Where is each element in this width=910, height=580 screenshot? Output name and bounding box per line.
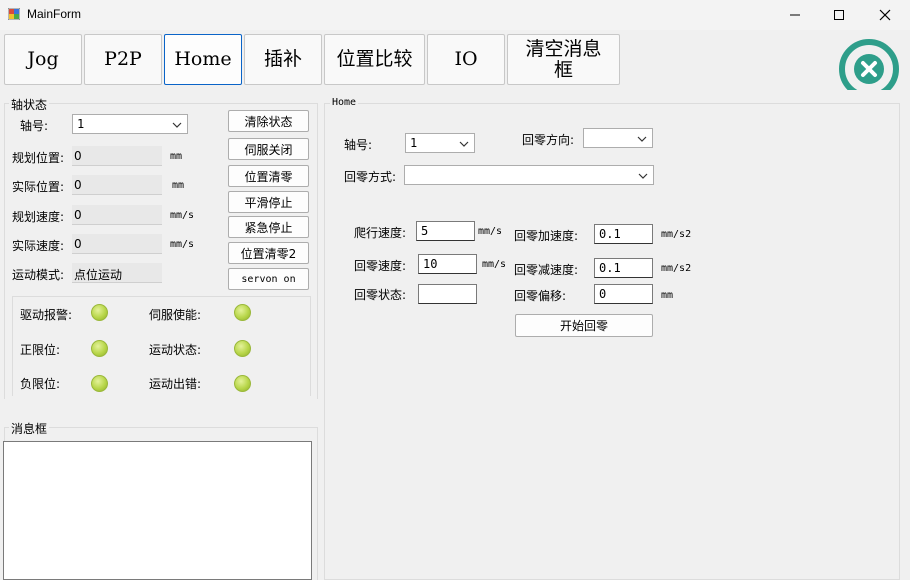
message-textarea[interactable] bbox=[3, 441, 312, 580]
tab-position-compare[interactable]: 位置比较 bbox=[324, 34, 425, 85]
actual-position-value: 0 bbox=[72, 175, 162, 195]
home-speed-input[interactable]: 10 bbox=[418, 254, 477, 274]
home-axis-select-value: 1 bbox=[410, 136, 418, 150]
clear-status-button[interactable]: 清除状态 bbox=[228, 110, 309, 132]
actual-position-unit: mm bbox=[172, 180, 185, 191]
home-acceleration-input[interactable]: 0.1 bbox=[594, 224, 653, 244]
positive-limit-label: 正限位: bbox=[20, 343, 61, 357]
home-axis-label: 轴号: bbox=[344, 138, 373, 152]
message-box-legend: 消息框 bbox=[9, 420, 50, 437]
home-legend: Home bbox=[330, 97, 359, 108]
tab-interpolation-label: 插补 bbox=[263, 48, 302, 70]
tab-home[interactable]: Home bbox=[164, 34, 242, 85]
chevron-down-icon bbox=[459, 138, 469, 152]
tab-jog-label: Jog bbox=[27, 48, 59, 70]
home-deceleration-input[interactable]: 0.1 bbox=[594, 258, 653, 278]
axis-status-legend: 轴状态 bbox=[9, 96, 50, 113]
home-mode-label: 回零方式: bbox=[344, 170, 397, 184]
motion-status-led bbox=[234, 340, 251, 357]
planned-velocity-unit: mm/s bbox=[170, 210, 195, 221]
minimize-button[interactable] bbox=[772, 0, 818, 30]
emergency-stop-button[interactable]: 紧急停止 bbox=[228, 216, 309, 238]
home-direction-label: 回零方向: bbox=[522, 133, 575, 147]
position-zero-2-button[interactable]: 位置清零2 bbox=[228, 242, 309, 264]
home-speed-unit: mm/s bbox=[482, 259, 507, 270]
home-deceleration-label: 回零减速度: bbox=[514, 263, 579, 277]
home-deceleration-unit: mm/s2 bbox=[661, 263, 692, 274]
motion-status-label: 运动状态: bbox=[149, 343, 202, 357]
home-axis-select[interactable]: 1 bbox=[405, 133, 475, 153]
smooth-stop-button[interactable]: 平滑停止 bbox=[228, 191, 309, 213]
crawl-speed-unit: mm/s bbox=[478, 226, 503, 237]
tab-interpolation[interactable]: 插补 bbox=[244, 34, 322, 85]
crawl-speed-input[interactable]: 5 bbox=[416, 221, 475, 241]
start-homing-button[interactable]: 开始回零 bbox=[515, 314, 653, 337]
actual-position-label: 实际位置: bbox=[12, 180, 65, 194]
home-acceleration-label: 回零加速度: bbox=[514, 229, 579, 243]
minimize-icon bbox=[790, 14, 800, 16]
home-speed-label: 回零速度: bbox=[354, 259, 407, 273]
actual-velocity-value: 0 bbox=[72, 234, 162, 254]
servo-enable-led bbox=[234, 304, 251, 321]
actual-velocity-label: 实际速度: bbox=[12, 239, 65, 253]
tab-p2p[interactable]: P2P bbox=[84, 34, 162, 85]
maximize-icon bbox=[834, 10, 844, 20]
positive-limit-led bbox=[91, 340, 108, 357]
axis-select-value: 1 bbox=[77, 117, 85, 131]
close-icon bbox=[879, 9, 891, 21]
tab-io[interactable]: IO bbox=[427, 34, 505, 85]
tab-position-compare-label: 位置比较 bbox=[336, 48, 413, 70]
axis-select[interactable]: 1 bbox=[72, 114, 188, 134]
home-offset-input[interactable]: 0 bbox=[594, 284, 653, 304]
drive-alarm-led bbox=[91, 304, 108, 321]
window-title: MainForm bbox=[27, 7, 82, 21]
clear-messages-label-line1: 清空消息 bbox=[525, 37, 602, 60]
app-icon bbox=[7, 7, 21, 21]
tab-p2p-label: P2P bbox=[104, 48, 142, 70]
home-offset-label: 回零偏移: bbox=[514, 289, 567, 303]
clear-messages-button[interactable]: 清空消息 框 bbox=[507, 34, 620, 85]
home-status-label: 回零状态: bbox=[354, 288, 407, 302]
chevron-down-icon bbox=[172, 119, 182, 133]
motion-mode-value: 点位运动 bbox=[72, 263, 162, 283]
close-circle-logo-icon bbox=[836, 38, 900, 90]
planned-velocity-label: 规划速度: bbox=[12, 210, 65, 224]
home-acceleration-unit: mm/s2 bbox=[661, 229, 692, 240]
chevron-down-icon bbox=[638, 170, 648, 184]
home-offset-unit: mm bbox=[661, 290, 674, 301]
home-direction-select[interactable] bbox=[583, 128, 653, 148]
axis-label: 轴号: bbox=[20, 119, 49, 133]
home-mode-select[interactable] bbox=[404, 165, 654, 185]
motion-error-label: 运动出错: bbox=[149, 377, 202, 391]
position-zero-button[interactable]: 位置清零 bbox=[228, 165, 309, 187]
negative-limit-led bbox=[91, 375, 108, 392]
home-status-input[interactable] bbox=[418, 284, 477, 304]
tab-io-label: IO bbox=[454, 48, 478, 70]
chevron-down-icon bbox=[637, 133, 647, 147]
crawl-speed-label: 爬行速度: bbox=[354, 226, 407, 240]
motion-error-led bbox=[234, 375, 251, 392]
tab-jog[interactable]: Jog bbox=[4, 34, 82, 85]
planned-position-unit: mm bbox=[170, 151, 183, 162]
servo-enable-label: 伺服使能: bbox=[149, 308, 202, 322]
servo-off-button[interactable]: 伺服关闭 bbox=[228, 138, 309, 160]
clear-messages-label-line2: 框 bbox=[553, 58, 573, 81]
planned-velocity-value: 0 bbox=[72, 205, 162, 225]
actual-velocity-unit: mm/s bbox=[170, 239, 195, 250]
planned-position-value: 0 bbox=[72, 146, 162, 166]
maximize-button[interactable] bbox=[816, 0, 862, 30]
drive-alarm-label: 驱动报警: bbox=[20, 308, 73, 322]
tab-home-label: Home bbox=[174, 48, 232, 70]
motion-mode-label: 运动模式: bbox=[12, 268, 65, 282]
negative-limit-label: 负限位: bbox=[20, 377, 61, 391]
planned-position-label: 规划位置: bbox=[12, 151, 65, 165]
close-button[interactable] bbox=[862, 0, 908, 30]
servo-on-button[interactable]: servon on bbox=[228, 268, 309, 290]
